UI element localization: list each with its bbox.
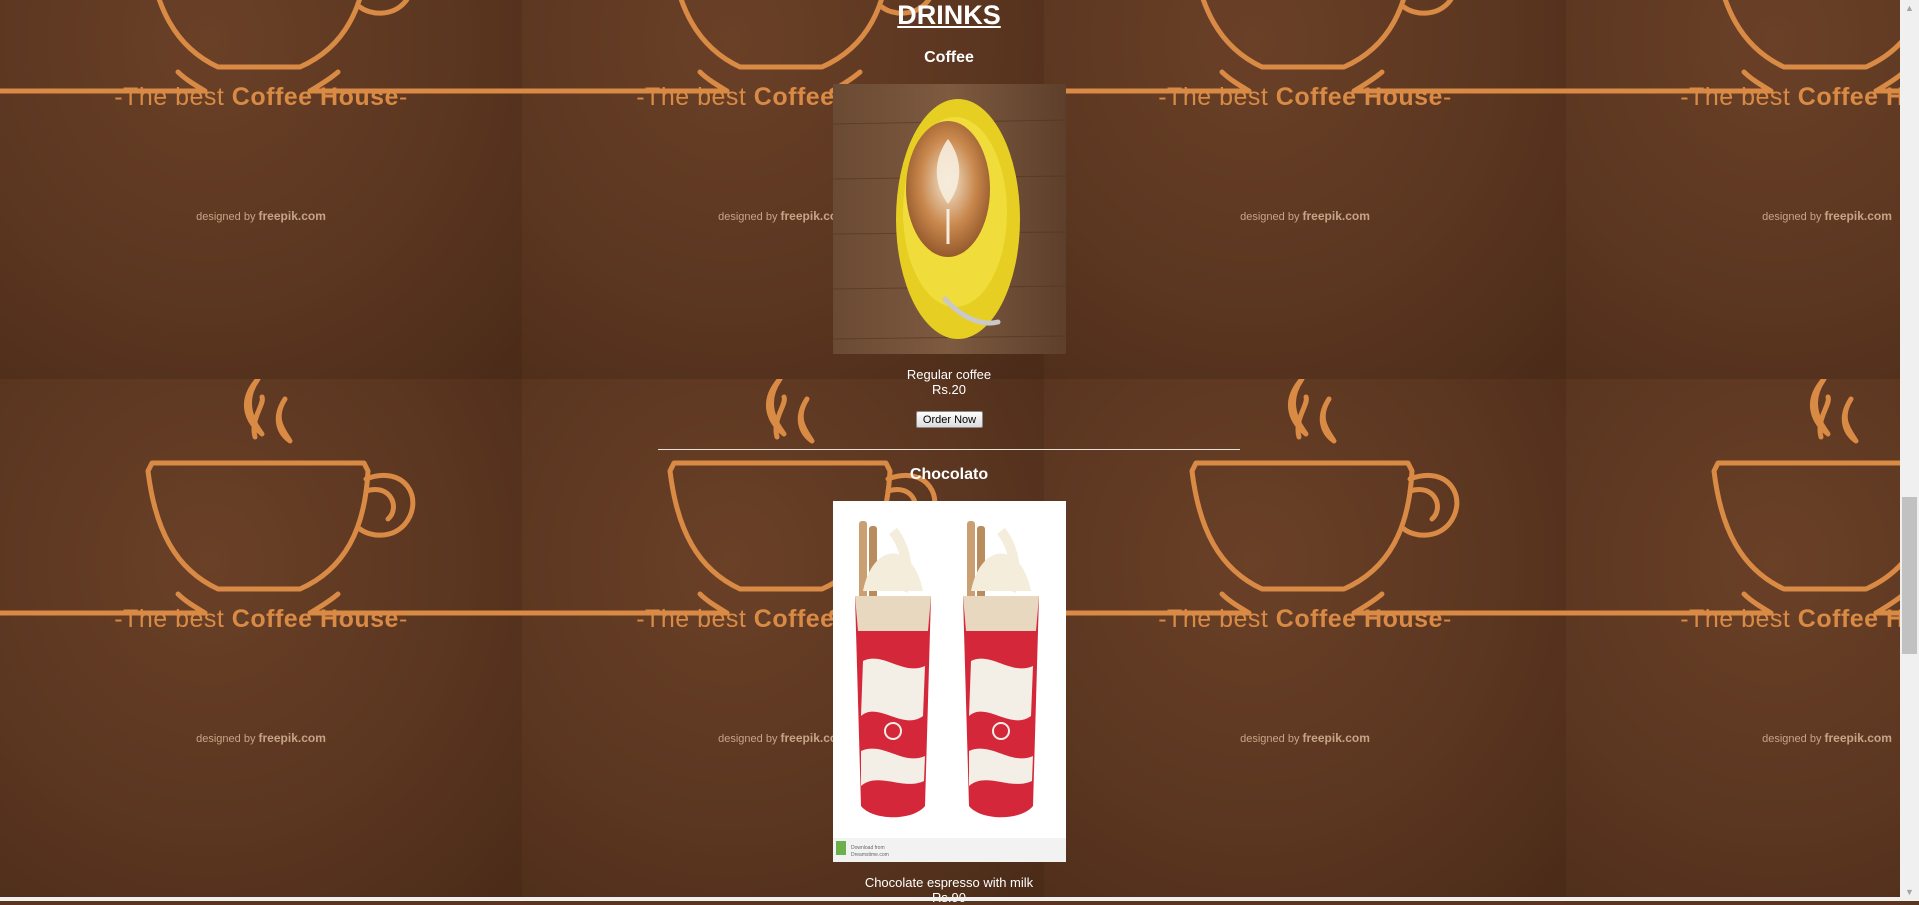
- bottom-edge: [0, 897, 1900, 901]
- tagline-suffix: -: [398, 83, 408, 111]
- credit-prefix: designed by: [1240, 733, 1303, 745]
- item-divider: [658, 449, 1240, 450]
- coffee-image: [833, 84, 1066, 354]
- tagline-prefix: -The best: [114, 83, 232, 111]
- background-tile: -The best Coffee House-designed by freep…: [1044, 379, 1566, 901]
- credit-prefix: designed by: [1762, 733, 1825, 745]
- tagline-suffix: -: [1442, 605, 1452, 633]
- tagline-text: -The best Coffee House-: [0, 83, 522, 112]
- tagline-text: -The best Coffee House-: [1044, 605, 1566, 634]
- svg-text:Dreamstime.com: Dreamstime.com: [851, 852, 889, 858]
- freepik-credit: designed by freepik.com: [0, 731, 522, 745]
- tagline-suffix: -: [398, 605, 408, 633]
- credit-site: freepik.com: [1302, 731, 1370, 745]
- credit-site: freepik.com: [258, 209, 326, 223]
- order-now-button[interactable]: Order Now: [916, 411, 983, 428]
- tagline-prefix: -The best: [1158, 605, 1276, 633]
- item-name-coffee: Coffee: [924, 49, 974, 66]
- freepik-credit: designed by freepik.com: [0, 209, 522, 223]
- coffee-cup-line-art-icon: [0, 0, 522, 94]
- credit-prefix: designed by: [718, 733, 781, 745]
- svg-text:Download from: Download from: [851, 845, 885, 851]
- section-title: DRINKS: [897, 0, 1001, 30]
- scroll-down-arrow-icon[interactable]: ▼: [1900, 884, 1919, 901]
- tagline-bold: Coffee House: [231, 605, 399, 633]
- coffee-cup-line-art-icon: [0, 379, 522, 616]
- scrollbar-thumb[interactable]: [1902, 497, 1917, 654]
- freepik-credit: designed by freepik.com: [1044, 209, 1566, 223]
- chocolato-image: Download from Dreamstime.com: [833, 501, 1066, 862]
- tagline-text: -The best Coffee House-: [1566, 83, 1900, 112]
- tagline-bold: Coffee House: [1275, 605, 1443, 633]
- item-price-coffee: Rs.20: [932, 382, 966, 397]
- tagline-prefix: -The best: [114, 605, 232, 633]
- tagline-bold: Coffee House: [1797, 605, 1900, 633]
- scroll-up-arrow-icon[interactable]: ▲: [1900, 0, 1919, 17]
- item-description-chocolato: Chocolate espresso with milk: [864, 875, 1034, 890]
- tagline-bold: Coffee House: [231, 83, 399, 111]
- credit-site: freepik.com: [258, 731, 326, 745]
- credit-prefix: designed by: [196, 733, 259, 745]
- item-description-coffee: Regular coffee: [906, 367, 992, 382]
- freepik-credit: designed by freepik.com: [1566, 209, 1900, 223]
- credit-prefix: designed by: [196, 211, 259, 223]
- tagline-prefix: -The best: [636, 605, 754, 633]
- tagline-bold: Coffee House: [1275, 83, 1443, 111]
- tagline-text: -The best Coffee House-: [1566, 605, 1900, 634]
- credit-site: freepik.com: [1824, 731, 1892, 745]
- freepik-credit: designed by freepik.com: [1566, 731, 1900, 745]
- tagline-prefix: -The best: [1680, 83, 1798, 111]
- credit-prefix: designed by: [1762, 211, 1825, 223]
- background-tile: -The best Coffee House-designed by freep…: [1566, 0, 1900, 379]
- background-tile: -The best Coffee House-designed by freep…: [0, 0, 522, 379]
- coffee-cup-line-art-icon: [1566, 379, 1900, 616]
- credit-site: freepik.com: [1824, 209, 1892, 223]
- background-tile: -The best Coffee House-designed by freep…: [0, 379, 522, 901]
- vertical-scrollbar[interactable]: ▲ ▼: [1900, 0, 1919, 901]
- coffee-cup-line-art-icon: [1044, 379, 1566, 616]
- tagline-bold: Coffee House: [1797, 83, 1900, 111]
- item-name-chocolato: Chocolato: [909, 466, 989, 483]
- background-tile: -The best Coffee House-designed by freep…: [1566, 379, 1900, 901]
- tagline-text: -The best Coffee House-: [0, 605, 522, 634]
- coffee-cup-line-art-icon: [1566, 0, 1900, 94]
- credit-prefix: designed by: [1240, 211, 1303, 223]
- freepik-credit: designed by freepik.com: [1044, 731, 1566, 745]
- tagline-text: -The best Coffee House-: [1044, 83, 1566, 112]
- tagline-prefix: -The best: [1680, 605, 1798, 633]
- tagline-prefix: -The best: [1158, 83, 1276, 111]
- tagline-prefix: -The best: [636, 83, 754, 111]
- credit-prefix: designed by: [718, 211, 781, 223]
- credit-site: freepik.com: [1302, 209, 1370, 223]
- tagline-suffix: -: [1442, 83, 1452, 111]
